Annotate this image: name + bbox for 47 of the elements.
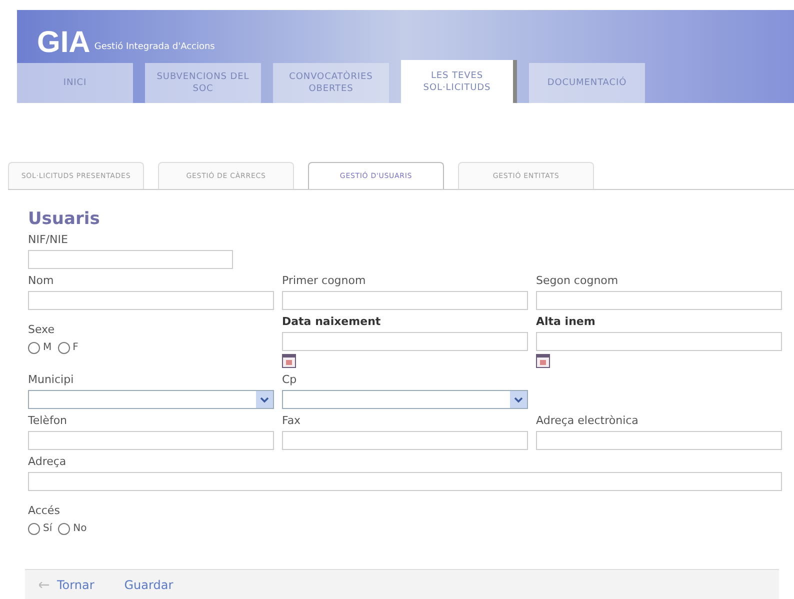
back-link[interactable]: Tornar xyxy=(39,576,94,594)
field-label: Primer cognom xyxy=(282,273,367,289)
dropdown-field[interactable] xyxy=(282,390,528,409)
radio-button[interactable] xyxy=(58,522,70,534)
radio-label: M xyxy=(43,341,52,355)
field-label: Municipi xyxy=(28,372,75,388)
input-field[interactable] xyxy=(536,431,782,450)
input-field[interactable] xyxy=(536,291,782,310)
input-field[interactable] xyxy=(28,472,782,491)
nav-tab[interactable]: DOCUMENTACIÓ xyxy=(529,63,645,103)
calendar-icon[interactable] xyxy=(282,354,296,368)
date-field[interactable] xyxy=(536,332,782,351)
field-label: Cp xyxy=(282,372,298,388)
field-label: Telèfon xyxy=(28,413,68,429)
save-link[interactable]: Guardar xyxy=(124,576,174,594)
logo: GIA xyxy=(37,26,90,60)
field-label: Adreça xyxy=(28,454,68,470)
radio-button[interactable] xyxy=(58,342,70,354)
field-label: Data naixement xyxy=(282,314,382,330)
radio-label: No xyxy=(73,522,87,536)
field-label: NIF/NIE xyxy=(28,232,69,248)
radio-button[interactable] xyxy=(28,342,40,354)
field-label: Alta inem xyxy=(536,314,596,330)
field-label: Nom xyxy=(28,273,55,289)
input-field[interactable] xyxy=(28,431,274,450)
logo-subtitle: Gestió Integrada d'Accions xyxy=(94,40,215,54)
radio-label: F xyxy=(72,341,78,355)
field-label: Accés xyxy=(28,503,61,519)
nav-tab[interactable]: INICI xyxy=(17,63,133,103)
input-field[interactable] xyxy=(28,250,233,269)
calendar-icon[interactable] xyxy=(536,354,550,368)
input-field[interactable] xyxy=(282,431,528,450)
radio-label: Sí xyxy=(43,522,52,536)
nav-tab[interactable]: LES TEVES SOL·LICITUDS xyxy=(401,60,517,103)
nav-tab[interactable]: CONVOCATÒRIES OBERTES xyxy=(273,63,389,103)
field-label: Segon cognom xyxy=(536,273,620,289)
nav-tab[interactable]: SUBVENCIONS DEL SOC xyxy=(145,63,261,103)
input-field[interactable] xyxy=(282,291,528,310)
field-label: Sexe xyxy=(28,322,56,338)
radio-button[interactable] xyxy=(28,522,40,534)
input-field[interactable] xyxy=(28,291,274,310)
form-title: Usuaris xyxy=(28,208,101,230)
dropdown-field[interactable] xyxy=(28,390,274,409)
date-field[interactable] xyxy=(282,332,528,351)
field-label: Adreça electrònica xyxy=(536,413,640,429)
field-label: Fax xyxy=(282,413,302,429)
arrow-left-icon xyxy=(39,582,49,588)
